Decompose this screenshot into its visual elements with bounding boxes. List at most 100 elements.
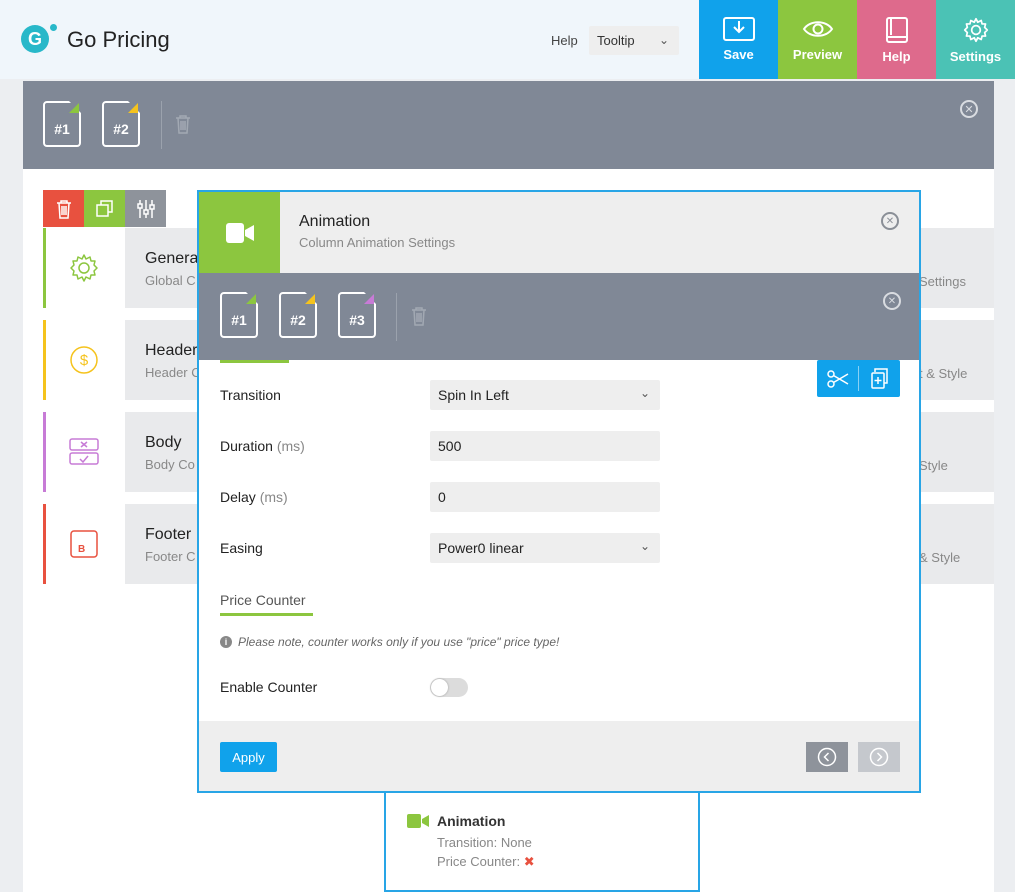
- dollar-icon: $: [70, 346, 98, 374]
- duration-label-text: Duration: [220, 438, 273, 454]
- transition-label: Transition: [220, 387, 281, 403]
- copy-icon: [95, 199, 113, 217]
- save-button[interactable]: Save: [699, 0, 778, 79]
- section-toolbar: [43, 190, 166, 227]
- modal-column-files-bar: #1 #2 #3 ✕: [199, 273, 919, 360]
- delay-value: 0: [438, 489, 446, 505]
- close-icon[interactable]: ✕: [883, 292, 901, 310]
- sliders-icon: [136, 199, 155, 218]
- section-title: Body: [145, 434, 182, 451]
- video-camera-icon: [225, 222, 254, 243]
- eye-icon: [802, 21, 833, 37]
- easing-label: Easing: [220, 540, 263, 556]
- section-icon-box: B: [43, 504, 125, 584]
- transition-value: Spin In Left: [438, 387, 509, 403]
- column-file-label: #1: [231, 312, 247, 328]
- column-file-label: #2: [113, 121, 129, 137]
- section-accent: [43, 320, 46, 400]
- section-title: Header: [145, 342, 198, 359]
- paste-icon: [870, 367, 888, 389]
- preview-button[interactable]: Preview: [778, 0, 857, 79]
- column-file-3[interactable]: #3: [338, 292, 376, 338]
- section-subtitle: Header C: [145, 365, 201, 380]
- toggle-knob: [431, 679, 448, 696]
- section-accent: [43, 228, 46, 308]
- section-right-label: t & Style: [919, 366, 968, 381]
- card-transition: Transition: None: [437, 835, 532, 850]
- transition-select[interactable]: Spin In Left ⌄: [430, 380, 660, 410]
- settings-button[interactable]: Settings: [936, 0, 1015, 79]
- card-title: Animation: [437, 813, 506, 829]
- help-label: Help: [551, 33, 578, 48]
- easing-value: Power0 linear: [438, 540, 524, 556]
- gear-icon: [70, 254, 98, 282]
- card-price-counter-label: Price Counter:: [437, 854, 521, 869]
- duplicate-button[interactable]: [84, 190, 125, 227]
- enable-counter-label: Enable Counter: [220, 679, 318, 695]
- delete-button[interactable]: [43, 190, 84, 227]
- price-counter-underline: [220, 613, 313, 616]
- delay-label: Delay (ms): [220, 489, 288, 505]
- save-icon: [722, 17, 755, 41]
- book-icon: [885, 17, 908, 43]
- section-title: Footer: [145, 526, 192, 543]
- close-icon[interactable]: ✕: [881, 212, 899, 230]
- modal-footer: Apply: [199, 721, 919, 791]
- price-counter-note-text: Please note, counter works only if you u…: [238, 635, 560, 649]
- chevron-down-icon: ⌄: [639, 386, 650, 400]
- help-mode-select[interactable]: Tooltip ⌄: [589, 26, 679, 55]
- trash-icon[interactable]: [410, 306, 428, 331]
- settings-label: Settings: [949, 49, 1002, 64]
- section-subtitle: Body Co: [145, 457, 195, 472]
- gear-icon: [963, 17, 988, 43]
- chevron-down-icon: ⌄: [658, 33, 669, 47]
- svg-text:B: B: [78, 544, 85, 555]
- column-file-2[interactable]: #2: [279, 292, 317, 338]
- divider: [396, 293, 397, 341]
- cross-icon: ✖: [523, 854, 535, 869]
- trash-icon[interactable]: [174, 114, 192, 139]
- easing-select[interactable]: Power0 linear ⌄: [430, 533, 660, 563]
- duration-input[interactable]: 500: [430, 431, 660, 461]
- info-icon: i: [220, 636, 232, 648]
- paste-button[interactable]: [859, 360, 900, 397]
- column-file-2[interactable]: #2: [102, 101, 140, 147]
- animation-summary-card[interactable]: Animation Transition: None Price Counter…: [384, 792, 700, 892]
- svg-text:$: $: [80, 352, 89, 369]
- section-icon-box: $: [43, 320, 125, 400]
- section-right-label: & Style: [919, 550, 961, 565]
- adjust-button[interactable]: [125, 190, 166, 227]
- cut-button[interactable]: [817, 360, 858, 397]
- section-accent: [43, 412, 46, 492]
- column-file-1[interactable]: #1: [43, 101, 81, 147]
- enable-counter-toggle[interactable]: [430, 678, 468, 697]
- delay-unit: (ms): [259, 489, 288, 505]
- modal-subtitle: Column Animation Settings: [299, 235, 456, 250]
- top-bar: G Go Pricing Help Tooltip ⌄ Save Preview…: [0, 0, 1015, 79]
- divider: [161, 101, 162, 149]
- price-counter-heading: Price Counter: [220, 592, 306, 608]
- section-subtitle: Global C: [145, 273, 196, 288]
- logo-dot: [50, 24, 57, 31]
- next-button[interactable]: [858, 742, 900, 772]
- chevron-left-icon: [817, 747, 837, 767]
- column-file-label: #2: [290, 312, 306, 328]
- duration-unit: (ms): [276, 438, 305, 454]
- column-file-label: #3: [349, 312, 365, 328]
- help-mode-value: Tooltip: [597, 33, 635, 48]
- chevron-down-icon: ⌄: [639, 539, 650, 553]
- active-tab-indicator: [220, 360, 289, 363]
- previous-button[interactable]: [806, 742, 848, 772]
- duration-value: 500: [438, 438, 462, 454]
- apply-button[interactable]: Apply: [220, 742, 277, 772]
- section-title: Genera: [145, 250, 199, 267]
- card-price-counter: Price Counter: ✖: [437, 854, 535, 870]
- help-button[interactable]: Help: [857, 0, 936, 79]
- close-icon[interactable]: ✕: [960, 100, 978, 118]
- delay-input[interactable]: 0: [430, 482, 660, 512]
- section-icon-box: [43, 228, 125, 308]
- modal-icon-block: [199, 192, 280, 273]
- logo-icon: G: [21, 25, 49, 53]
- delay-label-text: Delay: [220, 489, 256, 505]
- column-file-1[interactable]: #1: [220, 292, 258, 338]
